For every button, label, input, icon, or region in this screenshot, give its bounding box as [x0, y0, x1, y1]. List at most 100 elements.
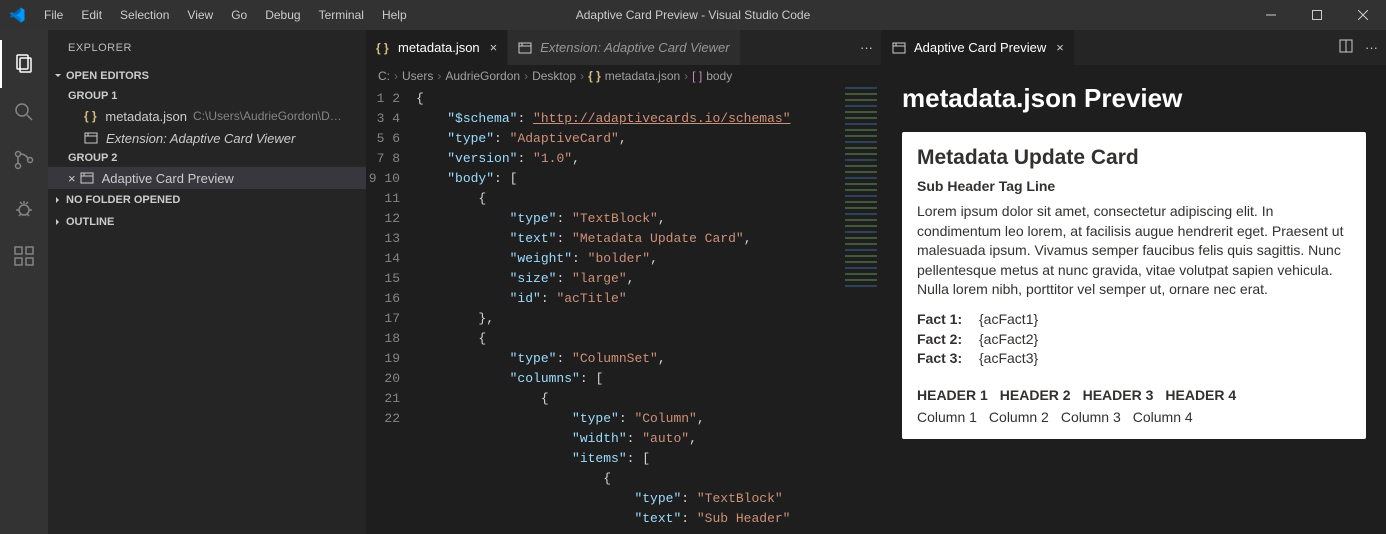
preview-tabbar: Adaptive Card Preview × ··· [882, 30, 1386, 65]
tab-label: Adaptive Card Preview [914, 40, 1046, 55]
adaptive-card: Metadata Update Card Sub Header Tag Line… [902, 132, 1366, 439]
debug-activity-icon[interactable] [0, 184, 48, 232]
menu-go[interactable]: Go [223, 4, 255, 26]
open-editor-label: Extension: Adaptive Card Viewer [106, 131, 295, 146]
fact-value: {acFact3} [979, 349, 1038, 369]
preview-icon [518, 40, 534, 56]
preview-icon [892, 40, 908, 56]
split-editor-icon[interactable] [1339, 39, 1353, 56]
menu-edit[interactable]: Edit [73, 4, 110, 26]
open-editor-metadata-json[interactable]: { } metadata.json C:\Users\AudrieGordon\… [48, 105, 366, 127]
no-folder-label: NO FOLDER OPENED [66, 194, 180, 206]
chevron-right-icon [52, 216, 64, 228]
json-file-icon: { } [84, 108, 99, 124]
minimize-button[interactable] [1248, 0, 1294, 30]
column-cell: Column 4 [1133, 409, 1193, 425]
outline-section[interactable]: OUTLINE [48, 211, 366, 233]
column-header: HEADER 1 [917, 387, 988, 403]
column-row: Column 1Column 2Column 3Column 4 [917, 409, 1351, 425]
card-subheader: Sub Header Tag Line [917, 178, 1351, 194]
open-editor-label: Adaptive Card Preview [102, 171, 234, 186]
fact-value: {acFact2} [979, 330, 1038, 350]
json-file-icon: { } [376, 40, 392, 56]
code-tabbar: { } metadata.json × Extension: Adaptive … [366, 30, 881, 65]
fact-label: Fact 1: [917, 310, 969, 330]
more-actions-icon[interactable]: ··· [860, 40, 873, 55]
column-header: HEADER 4 [1165, 387, 1236, 403]
maximize-button[interactable] [1294, 0, 1340, 30]
menu-terminal[interactable]: Terminal [311, 4, 372, 26]
close-icon[interactable]: × [68, 171, 76, 186]
open-editors-label: OPEN EDITORS [66, 70, 149, 82]
breadcrumb-users[interactable]: Users [402, 69, 433, 83]
breadcrumb-file[interactable]: metadata.json [605, 69, 680, 83]
json-file-icon: { } [588, 69, 601, 83]
fact-row: Fact 2: {acFact2} [917, 330, 1351, 350]
column-cell: Column 1 [917, 409, 977, 425]
code-area[interactable]: 1 2 3 4 5 6 7 8 9 10 11 12 13 14 15 16 1… [366, 87, 881, 534]
source-control-activity-icon[interactable] [0, 136, 48, 184]
card-title: Metadata Update Card [917, 146, 1351, 170]
column-header: HEADER 3 [1083, 387, 1154, 403]
outline-label: OUTLINE [66, 216, 114, 228]
fact-value: {acFact1} [979, 310, 1038, 330]
preview-editor-group: Adaptive Card Preview × ··· metadata.jso… [882, 30, 1386, 534]
array-icon: [ ] [692, 69, 702, 83]
open-editor-path: C:\Users\AudrieGordon\Des... [193, 109, 346, 123]
line-gutter: 1 2 3 4 5 6 7 8 9 10 11 12 13 14 15 16 1… [366, 87, 416, 534]
menu-file[interactable]: File [36, 4, 71, 26]
fact-row: Fact 3: {acFact3} [917, 349, 1351, 369]
breadcrumb-ag[interactable]: AudrieGordon [445, 69, 520, 83]
column-cell: Column 3 [1061, 409, 1121, 425]
fact-set: Fact 1: {acFact1} Fact 2: {acFact2} Fact 3: {… [917, 310, 1351, 369]
search-activity-icon[interactable] [0, 88, 48, 136]
tab-label: metadata.json [398, 40, 480, 55]
close-window-button[interactable] [1340, 0, 1386, 30]
tab-label: Extension: Adaptive Card Viewer [540, 40, 729, 55]
vscode-logo-icon [8, 6, 26, 24]
activity-bar [0, 30, 48, 534]
fact-label: Fact 3: [917, 349, 969, 369]
breadcrumb-c[interactable]: C: [378, 69, 390, 83]
breadcrumb-body[interactable]: body [706, 69, 732, 83]
window-title: Adaptive Card Preview - Visual Studio Co… [576, 8, 811, 22]
tab-adaptive-preview[interactable]: Adaptive Card Preview × [882, 30, 1075, 65]
open-editor-label: metadata.json [105, 109, 187, 124]
extensions-activity-icon[interactable] [0, 232, 48, 280]
open-editor-adaptive-preview[interactable]: × Adaptive Card Preview [48, 167, 366, 189]
tab-metadata-json[interactable]: { } metadata.json × [366, 30, 508, 65]
menu-help[interactable]: Help [374, 4, 415, 26]
fact-row: Fact 1: {acFact1} [917, 310, 1351, 330]
chevron-down-icon [52, 70, 64, 82]
menu-bar: File Edit Selection View Go Debug Termin… [36, 4, 415, 26]
column-headers: HEADER 1 HEADER 2 HEADER 3 HEADER 4 [917, 387, 1351, 403]
card-body-text: Lorem ipsum dolor sit amet, consectetur … [917, 202, 1351, 300]
titlebar: File Edit Selection View Go Debug Termin… [0, 0, 1386, 30]
minimap[interactable] [841, 87, 881, 534]
open-editors-section[interactable]: OPEN EDITORS [48, 65, 366, 87]
preview-icon [84, 130, 100, 146]
preview-heading: metadata.json Preview [902, 83, 1366, 114]
breadcrumbs[interactable]: C:› Users› AudrieGordon› Desktop› { } me… [366, 65, 881, 87]
menu-selection[interactable]: Selection [112, 4, 177, 26]
code-text[interactable]: { "$schema": "http://adaptivecards.io/sc… [416, 87, 841, 534]
more-actions-icon[interactable]: ··· [1365, 40, 1378, 55]
preview-icon [80, 170, 96, 186]
breadcrumb-desktop[interactable]: Desktop [532, 69, 576, 83]
chevron-right-icon [52, 194, 64, 206]
menu-debug[interactable]: Debug [257, 4, 308, 26]
explorer-header: EXPLORER [48, 30, 366, 65]
column-header: HEADER 2 [1000, 387, 1071, 403]
explorer-activity-icon[interactable] [0, 40, 48, 88]
fact-label: Fact 2: [917, 330, 969, 350]
menu-view[interactable]: View [179, 4, 221, 26]
window-controls [1248, 0, 1386, 30]
tab-extension-viewer[interactable]: Extension: Adaptive Card Viewer [508, 30, 740, 65]
code-editor-group: { } metadata.json × Extension: Adaptive … [366, 30, 882, 534]
open-editor-extension-viewer[interactable]: Extension: Adaptive Card Viewer [48, 127, 366, 149]
close-icon[interactable]: × [490, 40, 498, 55]
no-folder-section[interactable]: NO FOLDER OPENED [48, 189, 366, 211]
preview-body: metadata.json Preview Metadata Update Ca… [882, 65, 1386, 534]
group-2-label: GROUP 2 [48, 149, 366, 167]
close-icon[interactable]: × [1056, 40, 1064, 55]
